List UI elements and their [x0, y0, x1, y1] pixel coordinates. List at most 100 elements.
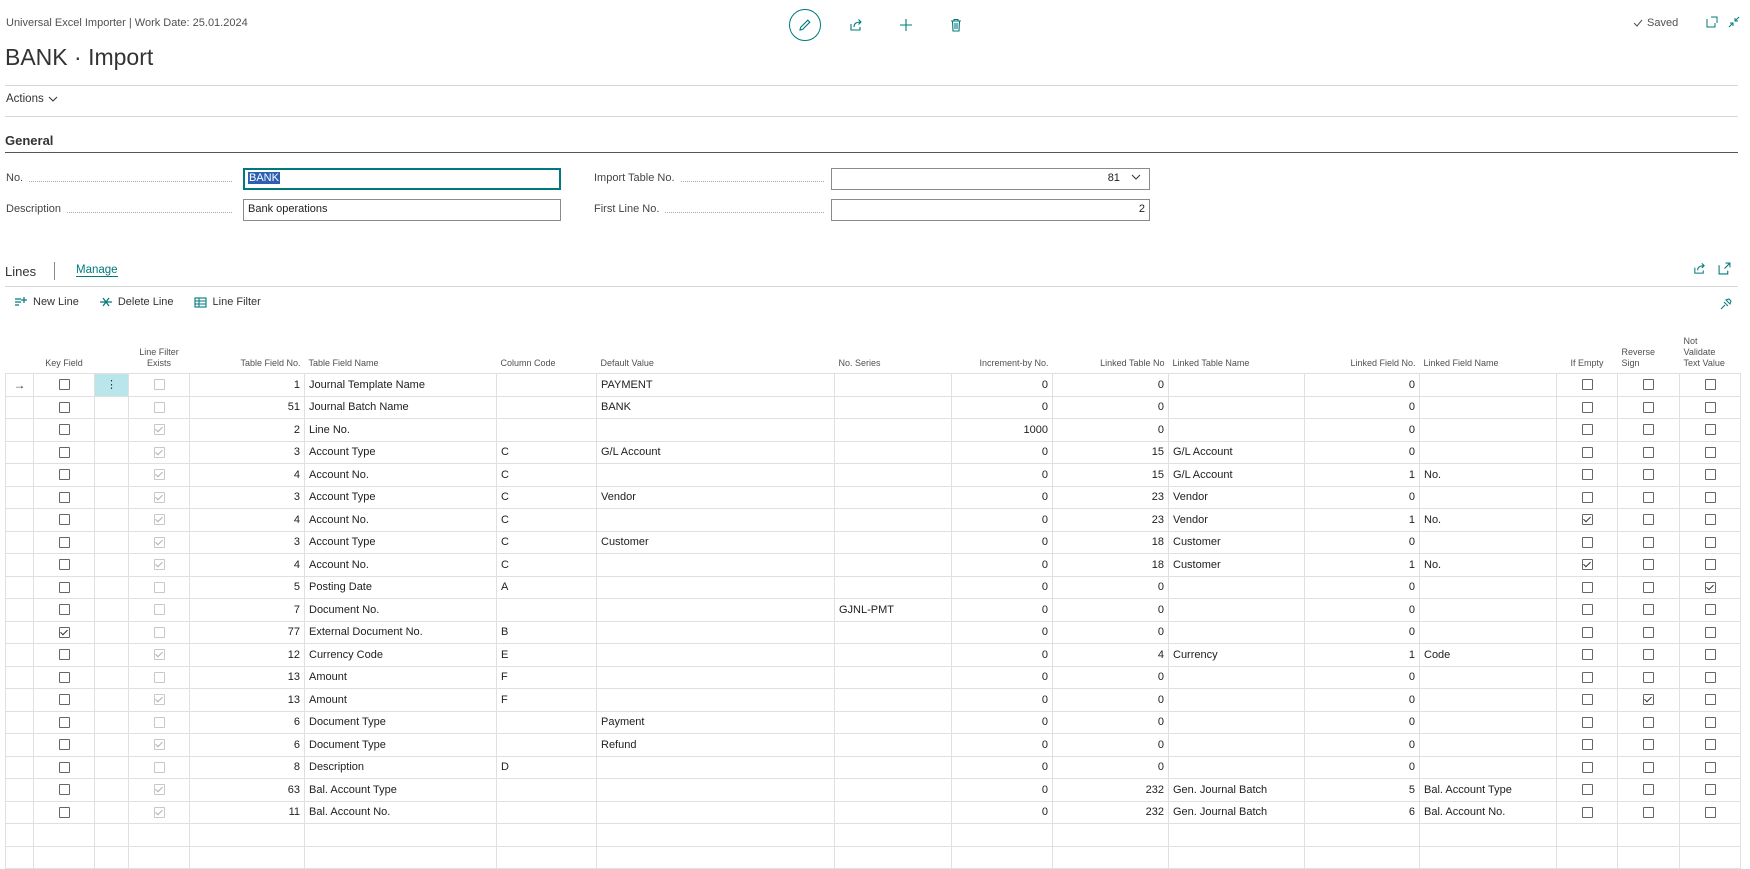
if-empty-cell[interactable]	[1556, 710, 1618, 734]
no-series[interactable]	[834, 665, 952, 689]
linked-field-no[interactable]: 0	[1304, 530, 1420, 554]
col-linked-field-no[interactable]: Linked Field No.	[1305, 335, 1420, 374]
key-field-checkbox[interactable]	[58, 401, 70, 413]
if-empty-checkbox[interactable]	[1581, 716, 1593, 728]
column-code[interactable]: E	[496, 643, 597, 667]
line-filter-exists-cell[interactable]	[128, 800, 190, 824]
not-validate-checkbox[interactable]	[1704, 424, 1716, 436]
increment-by-no[interactable]: 0	[951, 395, 1053, 419]
reverse-sign-checkbox[interactable]	[1643, 514, 1654, 526]
table-row[interactable]: 3 Account Type C Customer 0 18 Customer 0	[5, 530, 1741, 554]
reverse-sign-cell[interactable]	[1617, 418, 1680, 442]
if-empty-cell[interactable]	[1556, 485, 1618, 509]
default-value[interactable]: Vendor	[596, 485, 835, 509]
column-code[interactable]: C	[496, 530, 597, 554]
column-code[interactable]: F	[496, 665, 597, 689]
if-empty-checkbox[interactable]	[1581, 739, 1593, 751]
linked-field-no[interactable]: 6	[1304, 800, 1420, 824]
reverse-sign-checkbox[interactable]	[1643, 626, 1654, 638]
linked-table-name[interactable]: Gen. Journal Batch	[1168, 800, 1305, 824]
no-series[interactable]	[834, 710, 952, 734]
line-filter-exists-cell[interactable]	[128, 778, 190, 802]
table-row[interactable]: 3 Account Type C Vendor 0 23 Vendor 0	[5, 485, 1741, 509]
table-field-no[interactable]: 8	[189, 755, 305, 779]
if-empty-checkbox[interactable]	[1581, 559, 1593, 571]
linked-table-name[interactable]: Customer	[1168, 553, 1305, 577]
linked-table-name[interactable]: Gen. Journal Batch	[1168, 778, 1305, 802]
if-empty-checkbox[interactable]	[1581, 379, 1593, 391]
row-selector[interactable]	[5, 643, 34, 667]
column-code[interactable]	[496, 418, 597, 442]
no-series[interactable]	[834, 530, 952, 554]
linked-table-no[interactable]: 0	[1052, 418, 1169, 442]
not-validate-checkbox[interactable]	[1704, 671, 1716, 683]
not-validate-checkbox[interactable]	[1704, 379, 1716, 391]
increment-by-no[interactable]: 0	[951, 463, 1053, 487]
linked-table-no[interactable]: 0	[1052, 688, 1169, 712]
col-default-value[interactable]: Default Value	[597, 335, 835, 374]
table-row[interactable]: 63 Bal. Account Type 0 232 Gen. Journal Batc…	[5, 778, 1741, 802]
linked-field-name[interactable]	[1419, 440, 1557, 464]
key-field-cell[interactable]	[33, 755, 95, 779]
key-field-cell[interactable]	[33, 463, 95, 487]
if-empty-checkbox[interactable]	[1581, 536, 1593, 548]
linked-table-no[interactable]: 0	[1052, 620, 1169, 644]
key-field-cell[interactable]	[33, 485, 95, 509]
linked-field-name[interactable]: No.	[1419, 508, 1557, 532]
not-validate-cell[interactable]	[1679, 778, 1741, 802]
not-validate-cell[interactable]	[1679, 463, 1741, 487]
if-empty-checkbox[interactable]	[1581, 581, 1593, 593]
if-empty-cell[interactable]	[1556, 620, 1618, 644]
linked-table-name[interactable]	[1168, 733, 1305, 757]
not-validate-cell[interactable]	[1679, 710, 1741, 734]
table-field-name[interactable]: Currency Code	[304, 643, 497, 667]
row-selector[interactable]: →	[5, 373, 34, 397]
table-field-no[interactable]: 51	[189, 395, 305, 419]
not-validate-checkbox[interactable]	[1704, 446, 1716, 458]
linked-table-no[interactable]: 15	[1052, 440, 1169, 464]
key-field-checkbox[interactable]	[58, 806, 70, 818]
delete-line-button[interactable]: Delete Line	[99, 296, 174, 308]
row-selector[interactable]	[5, 553, 34, 577]
no-series[interactable]	[834, 418, 952, 442]
line-filter-button[interactable]: Line Filter	[193, 296, 261, 308]
line-filter-exists-cell[interactable]	[128, 530, 190, 554]
reverse-sign-cell[interactable]	[1617, 598, 1680, 622]
line-filter-exists-cell[interactable]	[128, 710, 190, 734]
table-field-name[interactable]: Document No.	[304, 598, 497, 622]
linked-table-no[interactable]: 232	[1052, 778, 1169, 802]
key-field-checkbox[interactable]	[58, 649, 70, 661]
no-series[interactable]	[834, 755, 952, 779]
not-validate-checkbox[interactable]	[1704, 401, 1716, 413]
table-field-name[interactable]: Amount	[304, 665, 497, 689]
line-filter-exists-cell[interactable]	[128, 485, 190, 509]
default-value[interactable]	[596, 800, 835, 824]
increment-by-no[interactable]: 0	[951, 710, 1053, 734]
reverse-sign-cell[interactable]	[1617, 575, 1680, 599]
line-filter-exists-cell[interactable]	[128, 373, 190, 397]
linked-table-name[interactable]	[1168, 373, 1305, 397]
no-series[interactable]	[834, 508, 952, 532]
default-value[interactable]	[596, 598, 835, 622]
share-button[interactable]	[841, 10, 871, 40]
linked-table-name[interactable]	[1168, 665, 1305, 689]
reverse-sign-cell[interactable]	[1617, 643, 1680, 667]
not-validate-cell[interactable]	[1679, 373, 1741, 397]
key-field-cell[interactable]	[33, 373, 95, 397]
increment-by-no[interactable]: 0	[951, 553, 1053, 577]
key-field-checkbox[interactable]	[58, 514, 70, 526]
reverse-sign-cell[interactable]	[1617, 440, 1680, 464]
col-reverse-sign[interactable]: Reverse Sign	[1618, 335, 1680, 374]
table-row[interactable]: → ⋮ 1 Journal Template Name PAYMENT 0 0 0	[5, 373, 1741, 397]
table-row[interactable]: 6 Document Type Payment 0 0 0	[5, 710, 1741, 734]
table-field-no[interactable]: 77	[189, 620, 305, 644]
table-field-no[interactable]: 11	[189, 800, 305, 824]
not-validate-checkbox[interactable]	[1704, 491, 1716, 503]
linked-field-name[interactable]: Bal. Account Type	[1419, 778, 1557, 802]
increment-by-no[interactable]: 0	[951, 643, 1053, 667]
not-validate-checkbox[interactable]	[1704, 761, 1716, 773]
linked-field-no[interactable]: 1	[1304, 463, 1420, 487]
table-field-name[interactable]: Account No.	[304, 508, 497, 532]
row-selector[interactable]	[5, 418, 34, 442]
line-filter-exists-cell[interactable]	[128, 620, 190, 644]
